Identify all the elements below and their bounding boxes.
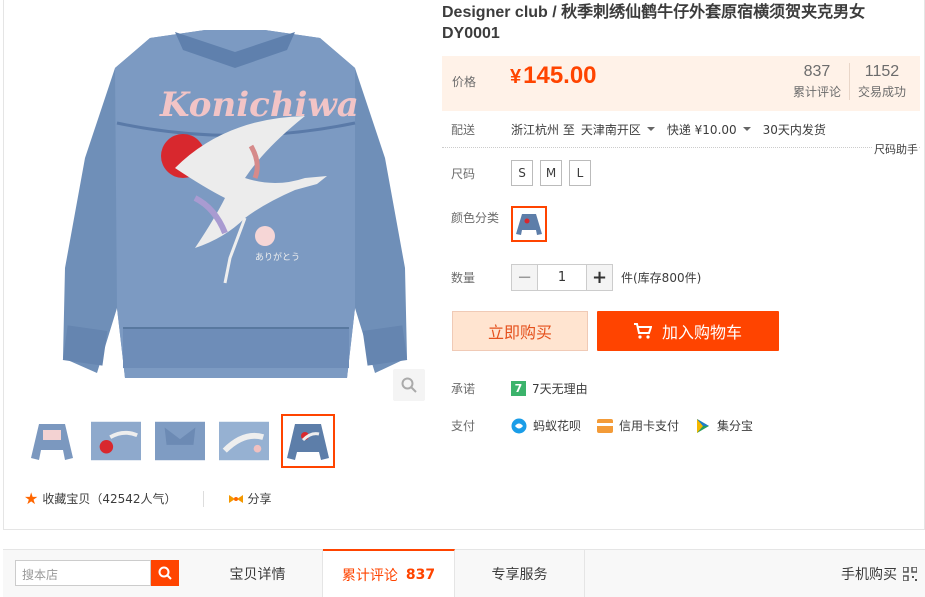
stats: 837 累计评论 1152 交易成功 (785, 63, 914, 100)
seven-day-badge-icon: 7 (511, 381, 526, 396)
stock-text: 件(库存800件) (621, 271, 702, 285)
detail-tab-bar: 搜本店 宝贝详情 累计评论 837 专享服务 手机购买 (3, 549, 925, 597)
main-product-image[interactable]: Konichiwa ありがとう (55, 28, 415, 388)
quantity-decrease-button[interactable]: − (511, 264, 538, 291)
product-title: Designer club / 秋季刺绣仙鹤牛仔外套原宿横须贺夹克男女DY000… (442, 4, 866, 42)
size-helper-link[interactable]: 尺码助手 (872, 141, 918, 157)
svg-text:Konichiwa: Konichiwa (159, 85, 359, 125)
stat-reviews[interactable]: 837 累计评论 (785, 63, 849, 100)
size-row: 尺码 S M L (451, 160, 598, 186)
size-option-l[interactable]: L (569, 160, 591, 186)
shop-search-input[interactable]: 搜本店 (15, 560, 151, 586)
shipping-from: 浙江杭州 至 (511, 123, 575, 137)
promise-row: 承诺 7 7天无理由 (451, 380, 588, 397)
dotted-divider (442, 147, 920, 148)
size-label: 尺码 (451, 166, 476, 181)
price-label: 价格 (452, 75, 477, 89)
price-panel: 价格 ¥145.00 837 累计评论 1152 交易成功 (442, 56, 920, 111)
buy-now-button[interactable]: 立即购买 (452, 311, 588, 351)
star-icon: ★ (24, 489, 39, 508)
tab-reviews[interactable]: 累计评论 837 (323, 549, 455, 597)
tab-reviews-label: 累计评论 (341, 567, 398, 584)
payment-label: 支付 (451, 419, 476, 433)
add-to-cart-button[interactable]: 加入购物车 (597, 311, 779, 351)
size-option-s[interactable]: S (511, 160, 533, 186)
payment-jifenbao[interactable]: 集分宝 (695, 417, 753, 434)
shipping-time: 30天内发货 (762, 123, 826, 137)
share-icon (228, 494, 243, 503)
zoom-icon (401, 377, 417, 393)
payment-name: 蚂蚁花呗 (533, 419, 582, 433)
mobile-buy-link[interactable]: 手机购买 (841, 550, 917, 597)
size-option-m[interactable]: M (540, 160, 562, 186)
qr-code-icon (903, 567, 917, 581)
payment-row: 支付 蚂蚁花呗 信用卡支付 集分宝 (451, 417, 769, 434)
price-value: ¥145.00 (510, 62, 597, 90)
chevron-down-icon[interactable] (742, 126, 751, 131)
thumbnail-3[interactable] (153, 414, 207, 468)
currency-symbol: ¥ (510, 66, 522, 88)
stat-label: 累计评论 (792, 85, 841, 99)
thumbnail-1[interactable] (25, 414, 79, 468)
svg-text:ありがとう: ありがとう (255, 251, 300, 263)
zoom-button[interactable] (393, 369, 425, 401)
search-icon (158, 566, 172, 580)
price-amount: 145.00 (523, 62, 597, 89)
favorite-share-row: ★ 收藏宝贝（42542人气） 分享 (24, 489, 272, 508)
jacket-swatch-icon (516, 214, 542, 235)
stat-num: 1152 (864, 63, 900, 80)
jifenbao-icon (697, 418, 710, 433)
thumbnail-strip (25, 414, 335, 468)
shop-search-button[interactable] (151, 560, 179, 586)
tab-reviews-count: 837 (405, 566, 436, 583)
divider (202, 490, 204, 507)
payment-credit-card[interactable]: 信用卡支付 (597, 417, 679, 434)
tab-item-details[interactable]: 宝贝详情 (193, 550, 323, 597)
quantity-increase-button[interactable]: + (586, 264, 613, 291)
favorite-link[interactable]: 收藏宝贝（42542人气） (42, 490, 176, 507)
mobile-buy-label: 手机购买 (841, 567, 897, 583)
huabei-icon (511, 418, 527, 433)
payment-huabei[interactable]: 蚂蚁花呗 (511, 417, 581, 434)
shipping-row: 配送 浙江杭州 至 天津南开区 快递 ¥10.00 30天内发货 (451, 121, 832, 138)
thumbnail-5-active[interactable] (281, 414, 335, 468)
stat-num: 837 (803, 63, 831, 80)
quantity-label: 数量 (451, 271, 476, 285)
stat-sales: 1152 交易成功 (848, 63, 914, 100)
payment-name: 信用卡支付 (619, 419, 680, 433)
shipping-method-select[interactable]: 快递 ¥10.00 (667, 121, 737, 138)
add-to-cart-label: 加入购物车 (661, 323, 742, 342)
quantity-input[interactable]: 1 (538, 264, 586, 291)
share-link[interactable]: 分享 (248, 490, 272, 507)
cart-icon (633, 323, 652, 339)
shipping-to-select[interactable]: 天津南开区 (581, 121, 641, 138)
stat-label: 交易成功 (857, 85, 906, 99)
promise-label: 承诺 (451, 382, 476, 396)
quantity-row: 数量 − 1 + 件(库存800件) (451, 264, 701, 291)
promise-text[interactable]: 7天无理由 (532, 380, 588, 397)
thumbnail-4[interactable] (217, 414, 271, 468)
payment-name: 集分宝 (717, 419, 754, 433)
chevron-down-icon[interactable] (646, 126, 655, 131)
shipping-label: 配送 (451, 123, 476, 137)
color-label: 颜色分类 (451, 211, 500, 225)
color-option-denim[interactable] (511, 206, 547, 242)
tab-services[interactable]: 专享服务 (455, 550, 585, 597)
color-row: 颜色分类 (451, 206, 547, 242)
thumbnail-2[interactable] (89, 414, 143, 468)
credit-card-icon (597, 418, 614, 433)
